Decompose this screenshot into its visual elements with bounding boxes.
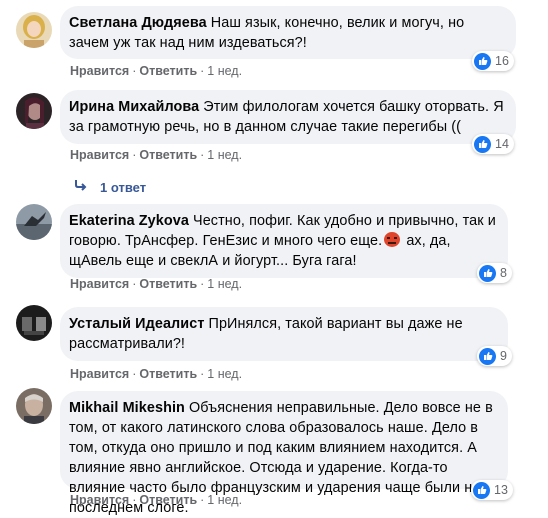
comment-author[interactable]: Mikhail Mikeshin [69,400,185,416]
separator: · [200,148,205,162]
timestamp[interactable]: 1 нед. [207,277,242,291]
timestamp[interactable]: 1 нед. [207,367,242,381]
comment-actions: Нравится · Ответить · 1 нед. [70,148,242,162]
reply-button[interactable]: Ответить [139,148,197,162]
comment-bubble: Усталый Идеалист ПрИнялся, такой вариант … [60,307,508,361]
like-button[interactable]: Нравится [70,493,129,507]
comment-actions: Нравится · Ответить · 1 нед. [70,367,242,381]
reaction-count[interactable]: 13 [471,480,513,500]
separator: · [200,64,205,78]
separator: · [200,277,205,291]
separator: · [200,493,205,507]
reaction-count[interactable]: 9 [477,346,512,366]
angry-emoji-icon [384,232,401,247]
like-button[interactable]: Нравится [70,367,129,381]
view-replies-link[interactable]: 1 ответ [74,178,146,196]
timestamp[interactable]: 1 нед. [207,148,242,162]
comment-bubble: Ирина Михайлова Этим филологам хочется ба… [60,90,516,144]
comment-bubble: Ekaterina Zykova Честно, пофиг. Как удобн… [60,204,508,278]
thumbs-up-icon [479,347,496,365]
separator: · [132,367,137,381]
thumbs-up-icon [474,135,491,153]
reply-button[interactable]: Ответить [139,277,197,291]
comment-author[interactable]: Ekaterina Zykova [69,213,189,229]
comment-bubble: Mikhail Mikeshin Объяснения неправильные.… [60,391,508,516]
separator: · [132,64,137,78]
replies-label[interactable]: 1 ответ [100,180,146,195]
avatar[interactable] [16,388,52,424]
thumbs-up-icon [479,264,496,282]
separator: · [132,493,137,507]
reply-button[interactable]: Ответить [139,493,197,507]
reaction-count[interactable]: 16 [472,51,514,71]
comment-actions: Нравится · Ответить · 1 нед. [70,64,242,78]
comment-author[interactable]: Усталый Идеалист [69,316,205,332]
reply-arrow-icon [74,178,88,196]
separator: · [132,148,137,162]
reaction-count[interactable]: 14 [472,134,514,154]
separator: · [200,367,205,381]
reaction-number: 16 [495,54,509,68]
reply-button[interactable]: Ответить [139,367,197,381]
avatar[interactable] [16,12,52,48]
avatar[interactable] [16,93,52,129]
avatar[interactable] [16,204,52,240]
comment-author[interactable]: Светлана Дюдяева [69,15,207,31]
comment-actions: Нравится · Ответить · 1 нед. [70,277,242,291]
separator: · [132,277,137,291]
reaction-number: 13 [494,483,508,497]
avatar[interactable] [16,305,52,341]
thumbs-up-icon [473,481,490,499]
reply-button[interactable]: Ответить [139,64,197,78]
like-button[interactable]: Нравится [70,64,129,78]
comment-author[interactable]: Ирина Михайлова [69,99,199,115]
thumbs-up-icon [474,52,491,70]
like-button[interactable]: Нравится [70,277,129,291]
reaction-number: 8 [500,266,507,280]
reaction-number: 14 [495,137,509,151]
timestamp[interactable]: 1 нед. [207,64,242,78]
timestamp[interactable]: 1 нед. [207,493,242,507]
comment-actions: Нравится · Ответить · 1 нед. [70,493,242,507]
reaction-count[interactable]: 8 [477,263,512,283]
reaction-number: 9 [500,349,507,363]
comment-bubble: Светлана Дюдяева Наш язык, конечно, велик… [60,6,516,59]
like-button[interactable]: Нравится [70,148,129,162]
